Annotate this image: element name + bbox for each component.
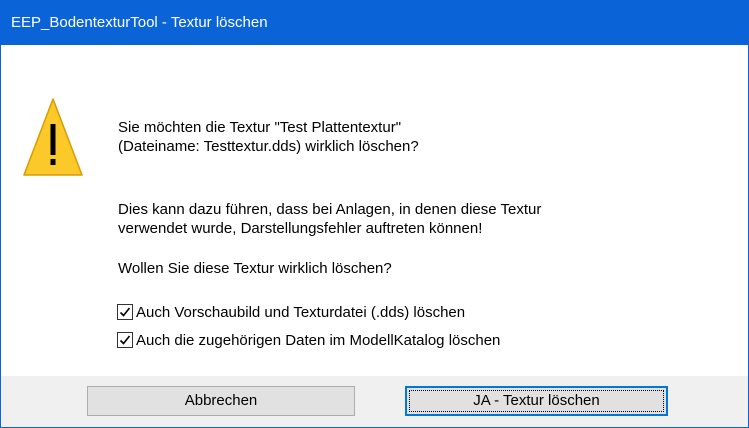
- message-line-consequence: Dies kann dazu führen, dass bei Anlagen,…: [118, 201, 542, 218]
- message-warning: Dies kann dazu führen, dass bei Anlagen,…: [118, 200, 541, 238]
- checkbox-delete-preview-and-dds-box[interactable]: [117, 304, 133, 320]
- message-line-filename: (Dateiname: Testtextur.dds) wirklich lös…: [118, 138, 419, 155]
- warning-icon: [22, 97, 84, 179]
- checkbox-delete-preview-and-dds[interactable]: Auch Vorschaubild und Texturdatei (.dds)…: [117, 303, 465, 322]
- confirm-delete-button[interactable]: JA - Textur löschen: [405, 386, 668, 416]
- checkbox-delete-catalog-data[interactable]: Auch die zugehörigen Daten im ModellKata…: [117, 331, 500, 350]
- checkbox-delete-preview-and-dds-label[interactable]: Auch Vorschaubild und Texturdatei (.dds)…: [136, 304, 465, 321]
- checkbox-delete-catalog-data-box[interactable]: [117, 332, 133, 348]
- cancel-button[interactable]: Abbrechen: [87, 386, 355, 416]
- message-intro: Sie möchten die Textur "Test Plattentext…: [118, 118, 419, 156]
- checkbox-delete-catalog-data-label[interactable]: Auch die zugehörigen Daten im ModellKata…: [136, 332, 500, 349]
- checkmark-icon: [119, 335, 131, 345]
- message-line-texture: Sie möchten die Textur "Test Plattentext…: [118, 119, 402, 136]
- title-bar[interactable]: EEP_BodentexturTool - Textur löschen: [1, 1, 748, 45]
- message-line-display-errors: verwendet wurde, Darstellungsfehler auft…: [118, 220, 483, 237]
- checkmark-icon: [119, 307, 131, 317]
- message-question: Wollen Sie diese Textur wirklich löschen…: [118, 260, 392, 277]
- window-title: EEP_BodentexturTool - Textur löschen: [11, 14, 268, 31]
- confirm-delete-button-label: JA - Textur löschen: [473, 392, 600, 409]
